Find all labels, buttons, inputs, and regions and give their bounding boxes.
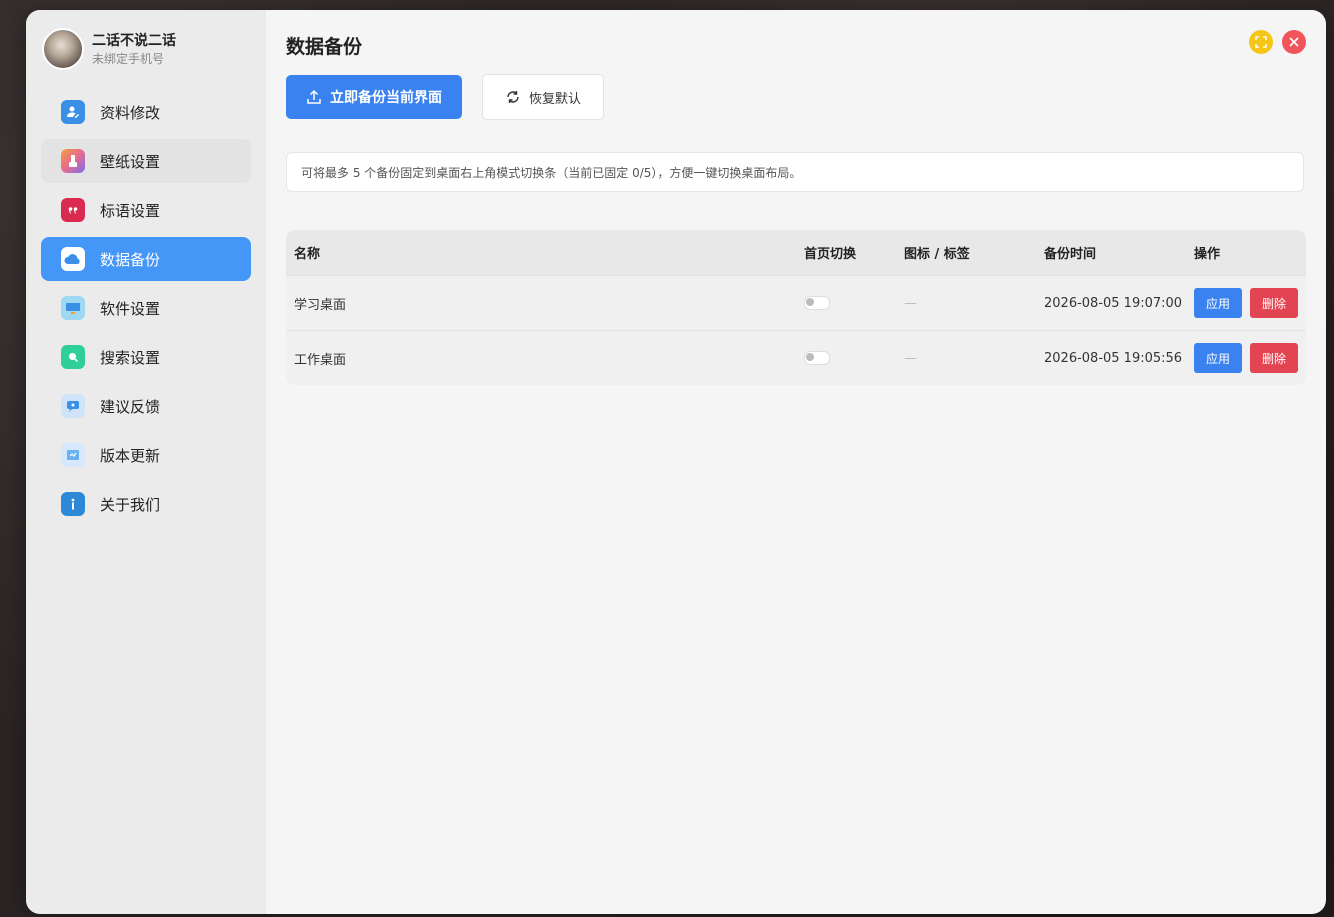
info-icon — [61, 492, 85, 516]
sidebar-item-label: 关于我们 — [100, 495, 161, 514]
backup-name: 工作桌面 — [294, 352, 347, 368]
page-title: 数据备份 — [286, 36, 363, 58]
home-switch-toggle[interactable] — [804, 296, 830, 310]
quote-icon — [61, 198, 85, 222]
sidebar-item-label: 版本更新 — [100, 446, 161, 465]
table-row: 学习桌面 — 2026-08-05 19:07:00 应用 删除 — [286, 275, 1306, 330]
apply-button[interactable]: 应用 — [1194, 288, 1242, 318]
sidebar-item-label: 搜索设置 — [100, 348, 161, 367]
user-profile[interactable]: 二话不说二话 未绑定手机号 — [42, 27, 176, 71]
sidebar-menu: 资料修改 壁纸设置 标语设置 数据备份 软件设置 搜索设置 建议反馈 版本更新 … — [41, 90, 251, 531]
wallpaper-icon — [61, 149, 85, 173]
feedback-icon — [61, 394, 85, 418]
update-icon — [61, 443, 85, 467]
sidebar-item-label: 壁纸设置 — [100, 152, 161, 171]
cloud-icon — [61, 247, 85, 271]
backup-time: 2026-08-05 19:07:00 — [1044, 295, 1183, 311]
header-name: 名称 — [294, 247, 321, 262]
fullscreen-button[interactable] — [1249, 30, 1273, 54]
restore-default-label: 恢复默认 — [528, 91, 581, 107]
header-icon-tag: 图标 / 标签 — [904, 247, 970, 262]
user-name: 二话不说二话 — [92, 32, 176, 49]
backup-time: 2026-08-05 19:05:56 — [1044, 350, 1183, 366]
close-icon — [1289, 37, 1299, 47]
backup-name: 学习桌面 — [294, 297, 347, 313]
apply-button[interactable]: 应用 — [1194, 343, 1242, 373]
sidebar-item-about[interactable]: 关于我们 — [41, 482, 251, 526]
sidebar-item-wallpaper[interactable]: 壁纸设置 — [41, 139, 251, 183]
backup-now-button[interactable]: 立即备份当前界面 — [286, 75, 462, 119]
sidebar-item-slogan[interactable]: 标语设置 — [41, 188, 251, 232]
close-button[interactable] — [1282, 30, 1306, 54]
monitor-icon — [61, 296, 85, 320]
sidebar-item-label: 标语设置 — [100, 201, 161, 220]
sidebar-item-backup[interactable]: 数据备份 — [41, 237, 251, 281]
search-icon — [61, 345, 85, 369]
sidebar-item-update[interactable]: 版本更新 — [41, 433, 251, 477]
sidebar-item-label: 建议反馈 — [100, 397, 161, 416]
sidebar-item-search[interactable]: 搜索设置 — [41, 335, 251, 379]
upload-icon — [307, 89, 321, 104]
main-panel: 数据备份 立即备份当前界面 恢复默认 可将最多 5 个备份固定到桌面右上角模式切 — [266, 10, 1326, 914]
sidebar-item-label: 资料修改 — [100, 103, 161, 122]
table-header: 名称 首页切换 图标 / 标签 备份时间 操作 — [286, 230, 1306, 275]
pin-notice: 可将最多 5 个备份固定到桌面右上角模式切换条（当前已固定 0/5），方便一键切… — [286, 152, 1304, 192]
sidebar-item-feedback[interactable]: 建议反馈 — [41, 384, 251, 428]
restore-default-button[interactable]: 恢复默认 — [482, 74, 604, 120]
backup-tags: — — [904, 350, 917, 366]
refresh-icon — [507, 91, 519, 103]
sidebar-item-label: 数据备份 — [100, 250, 161, 269]
backup-tags: — — [904, 295, 917, 311]
fullscreen-icon — [1255, 36, 1267, 48]
user-phone-status: 未绑定手机号 — [92, 51, 165, 66]
sidebar: 二话不说二话 未绑定手机号 资料修改 壁纸设置 标语设置 数据备份 软件设置 搜… — [26, 10, 266, 914]
table-row: 工作桌面 — 2026-08-05 19:05:56 应用 删除 — [286, 330, 1306, 385]
backup-table: 名称 首页切换 图标 / 标签 备份时间 操作 学习桌面 — 2026-08-0… — [286, 230, 1306, 385]
delete-button[interactable]: 删除 — [1250, 343, 1298, 373]
avatar[interactable] — [42, 28, 84, 70]
sidebar-item-label: 软件设置 — [100, 299, 161, 318]
header-backup-time: 备份时间 — [1044, 247, 1097, 262]
delete-button[interactable]: 删除 — [1250, 288, 1298, 318]
header-home-switch: 首页切换 — [804, 247, 857, 262]
sidebar-item-software[interactable]: 软件设置 — [41, 286, 251, 330]
home-switch-toggle[interactable] — [804, 351, 830, 365]
sidebar-item-profile[interactable]: 资料修改 — [41, 90, 251, 134]
backup-now-label: 立即备份当前界面 — [330, 90, 442, 106]
settings-window: 二话不说二话 未绑定手机号 资料修改 壁纸设置 标语设置 数据备份 软件设置 搜… — [26, 10, 1326, 914]
header-actions: 操作 — [1194, 247, 1221, 262]
user-edit-icon — [61, 100, 85, 124]
